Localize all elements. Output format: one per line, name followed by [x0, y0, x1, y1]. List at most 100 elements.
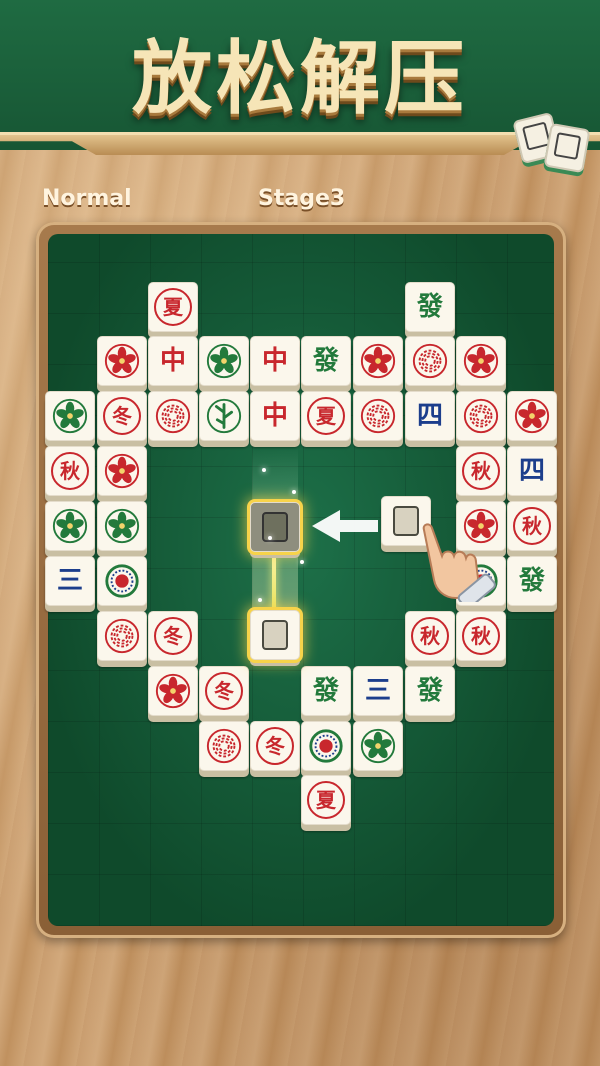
tile-face	[507, 391, 557, 441]
season-circle-icon: 秋	[513, 507, 551, 545]
tile-symbol: 發	[416, 676, 443, 706]
mahjong-tile[interactable]	[353, 721, 403, 777]
page-title: 放松解压	[132, 32, 468, 125]
mahjong-tile[interactable]: 發	[301, 336, 351, 392]
season-circle-icon: 夏	[307, 781, 345, 819]
tile-face: 發	[405, 666, 455, 716]
tile-face: 發	[507, 556, 557, 606]
mahjong-tile[interactable]: 冬	[199, 666, 249, 722]
mahjong-tile[interactable]	[405, 336, 455, 392]
mahjong-tile[interactable]	[456, 391, 506, 447]
tile-face: 秋	[456, 446, 506, 496]
mahjong-tile[interactable]	[97, 556, 147, 612]
mahjong-tile[interactable]	[353, 391, 403, 447]
tile-symbol: 秋	[471, 459, 491, 483]
mahjong-tile[interactable]	[301, 721, 351, 777]
mahjong-tile[interactable]: 秋	[456, 446, 506, 502]
mahjong-tile[interactable]	[97, 336, 147, 392]
sparkle-icon	[262, 468, 266, 472]
mahjong-tile[interactable]	[97, 446, 147, 502]
tile-face: 四	[507, 446, 557, 496]
tile-symbol: 夏	[316, 788, 336, 812]
mahjong-tile[interactable]: 發	[301, 666, 351, 722]
mahjong-tile[interactable]: 四	[405, 391, 455, 447]
mahjong-tile[interactable]: 冬	[250, 721, 300, 777]
tile-face	[353, 336, 403, 386]
tile-symbol: 三	[56, 566, 83, 596]
mahjong-tile[interactable]: 三	[353, 666, 403, 722]
mahjong-tile[interactable]	[45, 501, 95, 557]
mahjong-tile[interactable]	[456, 336, 506, 392]
season-circle-icon: 冬	[154, 617, 192, 655]
mahjong-tile[interactable]: 夏	[301, 391, 351, 447]
mahjong-tile[interactable]	[97, 501, 147, 557]
mahjong-tile[interactable]	[353, 336, 403, 392]
sparkle-icon	[268, 536, 272, 540]
season-circle-icon: 冬	[256, 727, 294, 765]
mahjong-tile[interactable]	[199, 336, 249, 392]
sparkle-icon	[300, 560, 304, 564]
mahjong-tile[interactable]: 中	[250, 336, 300, 392]
mahjong-tile[interactable]: 發	[507, 556, 557, 612]
flower-icon	[360, 343, 396, 379]
mahjong-tile[interactable]: 夏	[301, 775, 351, 831]
mahjong-tile[interactable]	[199, 721, 249, 777]
swipe-arrow-icon	[312, 510, 378, 542]
tile-symbol: 四	[518, 456, 545, 486]
decorative-tiles-icon	[512, 111, 593, 182]
mahjong-tile[interactable]: 冬	[148, 611, 198, 667]
mahjong-tile[interactable]: 秋	[507, 501, 557, 557]
flower-icon	[206, 343, 242, 379]
chrysanthemum-icon	[206, 728, 242, 764]
selected-target-tile[interactable]	[250, 502, 300, 558]
dot-circle-icon	[105, 564, 139, 598]
tile-symbol: 中	[159, 346, 186, 376]
flower-icon	[104, 343, 140, 379]
mahjong-tile[interactable]	[97, 611, 147, 667]
tile-face: 三	[353, 666, 403, 716]
mahjong-tile[interactable]	[148, 666, 198, 722]
mahjong-tile[interactable]: 中	[148, 336, 198, 392]
highlighted-tile[interactable]	[250, 610, 300, 666]
tile-face	[148, 391, 198, 441]
tile-face	[301, 721, 351, 771]
mahjong-tile[interactable]	[507, 391, 557, 447]
tile-symbol: 發	[416, 292, 443, 322]
tile-face	[45, 391, 95, 441]
tile-symbol: 發	[312, 676, 339, 706]
chrysanthemum-icon	[360, 398, 396, 434]
mahjong-tile[interactable]	[148, 391, 198, 447]
tile-symbol: 中	[261, 346, 288, 376]
mahjong-tile[interactable]	[45, 391, 95, 447]
flower-icon	[155, 673, 191, 709]
mahjong-tile[interactable]	[199, 391, 249, 447]
mahjong-tile[interactable]: 夏	[148, 282, 198, 338]
mahjong-tile[interactable]: 三	[45, 556, 95, 612]
tile-face	[148, 666, 198, 716]
tile-face: 冬	[97, 391, 147, 441]
season-circle-icon: 秋	[411, 617, 449, 655]
mahjong-tile[interactable]: 發	[405, 282, 455, 338]
tile-symbol: 冬	[112, 404, 132, 428]
season-circle-icon: 秋	[462, 452, 500, 490]
season-circle-icon: 夏	[307, 397, 345, 435]
flower-icon	[52, 508, 88, 544]
mahjong-tile[interactable]: 秋	[405, 611, 455, 667]
season-circle-icon: 冬	[205, 672, 243, 710]
mahjong-tile[interactable]: 發	[405, 666, 455, 722]
flower-icon	[360, 728, 396, 764]
mahjong-tile[interactable]: 秋	[456, 611, 506, 667]
tile-symbol: 秋	[522, 514, 542, 538]
chrysanthemum-icon	[104, 618, 140, 654]
mahjong-tile[interactable]: 四	[507, 446, 557, 502]
tile-face	[199, 721, 249, 771]
season-circle-icon: 冬	[103, 397, 141, 435]
mahjong-tile[interactable]: 中	[250, 391, 300, 447]
tile-symbol: 秋	[60, 459, 80, 483]
mahjong-tile[interactable]: 秋	[45, 446, 95, 502]
tile-face: 秋	[45, 446, 95, 496]
season-circle-icon: 秋	[462, 617, 500, 655]
mahjong-tile[interactable]: 冬	[97, 391, 147, 447]
tile-face	[405, 336, 455, 386]
tile-symbol: 三	[364, 676, 391, 706]
